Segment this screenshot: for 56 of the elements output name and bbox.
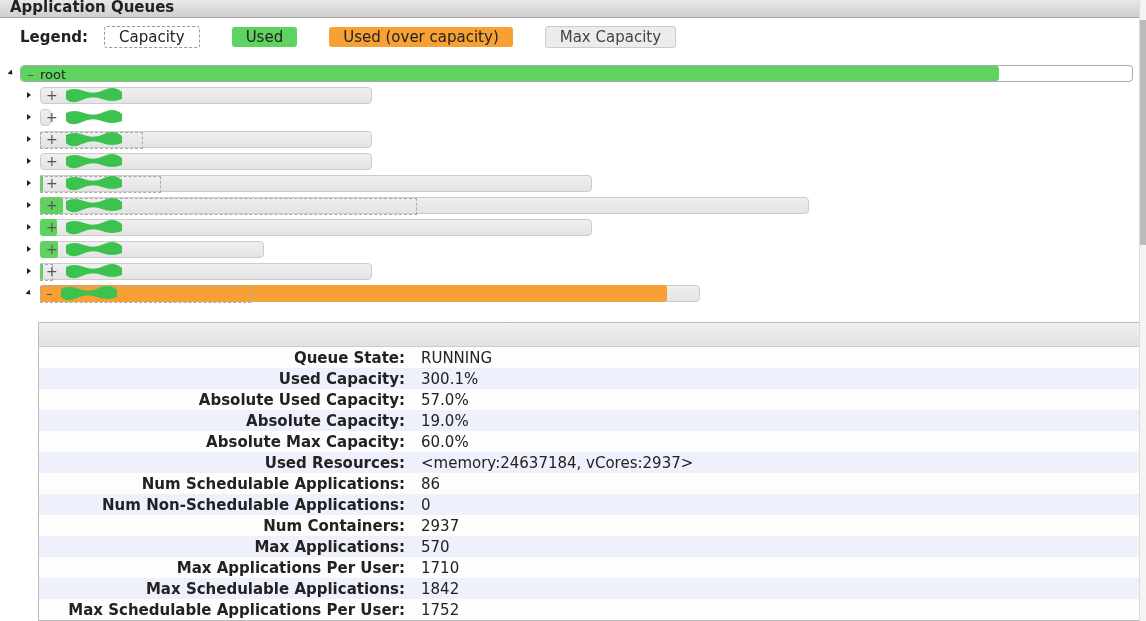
detail-value: 60.0% <box>421 432 469 451</box>
toggle-sign[interactable]: + <box>46 240 58 258</box>
detail-label: Num Containers: <box>262 516 405 535</box>
detail-label: Max Applications Per User: <box>175 558 405 577</box>
toggle-sign[interactable]: + <box>46 130 58 148</box>
toggle-sign[interactable]: – <box>46 284 53 302</box>
detail-value: <memory:24637184, vCores:2937> <box>421 453 694 472</box>
expand-icon[interactable] <box>26 158 32 164</box>
scrollbar[interactable] <box>1139 0 1146 621</box>
detail-label: Num Schedulable Applications: <box>140 474 405 493</box>
legend-swatch: Used (over capacity) <box>329 26 513 47</box>
legend-swatch: Used <box>231 26 298 47</box>
legend-label: Legend: <box>20 27 89 46</box>
detail-value: 1842 <box>421 579 460 598</box>
detail-value: 0 <box>421 495 431 514</box>
detail-label: Absolute Max Capacity: <box>205 432 405 451</box>
detail-value: 300.1% <box>421 369 479 388</box>
expand-icon[interactable] <box>26 180 32 186</box>
toggle-sign[interactable]: + <box>46 196 58 214</box>
detail-label: Absolute Used Capacity: <box>197 390 405 409</box>
expand-icon[interactable] <box>26 114 32 120</box>
toggle-sign[interactable]: + <box>46 262 58 280</box>
toggle-sign[interactable]: + <box>46 108 58 126</box>
queue-name[interactable]: root <box>40 65 67 81</box>
scrollbar-thumb[interactable] <box>1140 20 1146 245</box>
detail-value: 1752 <box>421 600 460 619</box>
toggle-sign[interactable]: + <box>46 152 58 170</box>
toggle-sign[interactable]: + <box>46 218 58 236</box>
detail-value: 1710 <box>421 558 460 577</box>
detail-label: Max Applications: <box>253 537 405 556</box>
detail-label: Max Schedulable Applications Per User: <box>67 600 405 619</box>
detail-label: Num Non-Schedulable Applications: <box>101 495 405 514</box>
expand-icon[interactable] <box>26 202 32 208</box>
detail-value: 19.0% <box>421 411 469 430</box>
expand-icon[interactable] <box>26 92 32 98</box>
detail-label: Max Schedulable Applications: <box>144 579 405 598</box>
detail-label: Used Resources: <box>263 453 405 472</box>
detail-label: Used Capacity: <box>277 369 405 388</box>
detail-value: 57.0% <box>421 390 469 409</box>
toggle-sign[interactable]: + <box>46 174 58 192</box>
toggle-sign[interactable]: – <box>27 65 34 81</box>
expand-icon[interactable] <box>26 136 32 142</box>
legend-swatch: Max Capacity <box>544 25 677 48</box>
detail-label: Queue State: <box>292 348 405 367</box>
detail-value: 570 <box>421 537 450 556</box>
expand-icon[interactable] <box>26 246 32 252</box>
queue-bar[interactable]: – root <box>20 64 1133 82</box>
panel-title: Application Queues <box>10 0 175 17</box>
detail-value: 86 <box>421 474 441 493</box>
expand-icon[interactable] <box>26 268 32 274</box>
expand-icon[interactable] <box>26 224 32 230</box>
legend-swatch: Capacity <box>104 25 200 48</box>
detail-label: Absolute Capacity: <box>245 411 405 430</box>
detail-value: RUNNING <box>421 348 493 367</box>
detail-value: 2937 <box>421 516 460 535</box>
toggle-sign[interactable]: + <box>46 86 58 104</box>
